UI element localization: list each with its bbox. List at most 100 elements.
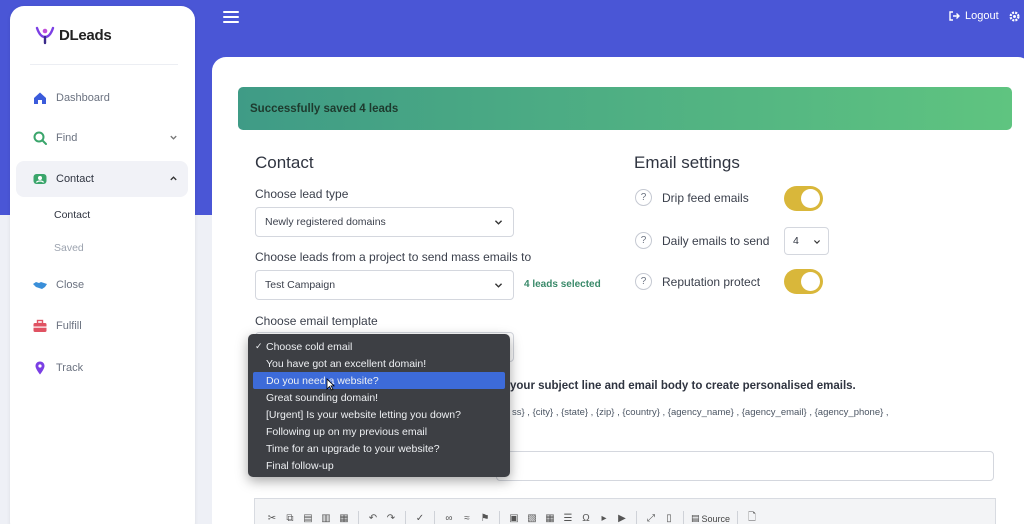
- sidebar-item-close[interactable]: Close: [16, 267, 188, 303]
- help-icon[interactable]: ?: [635, 273, 652, 290]
- link-icon[interactable]: ∞: [442, 512, 456, 524]
- horizontal-line-icon[interactable]: ☰: [561, 512, 575, 524]
- image-icon[interactable]: ▣: [507, 512, 521, 524]
- email-template-dropdown[interactable]: Choose cold email You have got an excell…: [248, 334, 510, 477]
- lead-type-value: Newly registered domains: [265, 216, 386, 228]
- dropdown-option[interactable]: Following up on my previous email: [248, 423, 510, 440]
- dropdown-option[interactable]: Great sounding domain!: [248, 389, 510, 406]
- leads-selected-count: 4 leads selected: [524, 279, 601, 290]
- sidebar-subitem-contact[interactable]: Contact: [54, 209, 90, 221]
- drip-feed-label: Drip feed emails: [662, 191, 749, 205]
- toolbar-divider: [405, 510, 406, 524]
- chevron-up-icon: [170, 176, 177, 181]
- mouse-cursor-icon: [326, 378, 335, 391]
- paste-word-icon[interactable]: ▦: [337, 512, 351, 524]
- sidebar-item-label: Dashboard: [56, 92, 110, 104]
- dropdown-option[interactable]: Choose cold email: [248, 338, 510, 355]
- email-settings-heading: Email settings: [634, 153, 740, 172]
- help-icon[interactable]: ?: [635, 232, 652, 249]
- location-pin-icon: [35, 361, 45, 375]
- toolbar-divider: [636, 510, 637, 524]
- copy-icon[interactable]: ⧉: [283, 512, 297, 524]
- chevron-down-icon: [494, 220, 503, 225]
- brand-name: DLeads: [59, 26, 112, 44]
- handshake-icon: [33, 282, 47, 289]
- menu-icon[interactable]: [223, 11, 239, 23]
- daily-emails-select[interactable]: 4: [784, 227, 829, 255]
- lead-type-label: Choose lead type: [255, 187, 349, 201]
- contact-heading: Contact: [255, 153, 314, 172]
- search-icon: [33, 131, 47, 145]
- reputation-protect-label: Reputation protect: [662, 275, 761, 289]
- video-icon[interactable]: ▶: [615, 512, 629, 524]
- cut-icon[interactable]: ✂: [265, 512, 279, 524]
- logout-button[interactable]: Logout: [948, 10, 999, 22]
- unlink-icon[interactable]: ≈: [460, 512, 474, 524]
- reputation-protect-toggle[interactable]: [784, 269, 823, 294]
- template-variables: ss} , {city} , {state} , {zip} , {countr…: [512, 407, 889, 418]
- sidebar-item-label: Close: [56, 279, 85, 291]
- daily-emails-label: Daily emails to send: [662, 234, 770, 248]
- sidebar-item-label: Fulfill: [56, 320, 82, 332]
- preview-icon[interactable]: 🗋: [745, 512, 759, 524]
- maximize-icon[interactable]: ⤢: [644, 512, 658, 524]
- lead-type-select[interactable]: Newly registered domains: [255, 207, 514, 237]
- toolbar-divider: [358, 510, 359, 524]
- project-label: Choose leads from a project to send mass…: [255, 250, 532, 264]
- subject-input[interactable]: [496, 451, 994, 481]
- contact-icon: [33, 174, 47, 184]
- source-icon: ▤: [691, 513, 700, 523]
- project-select[interactable]: Test Campaign: [255, 270, 514, 300]
- pagebreak-icon[interactable]: ▸: [597, 512, 611, 524]
- divider: [30, 64, 178, 65]
- toolbar-divider: [499, 510, 500, 524]
- source-label: Source: [701, 513, 731, 524]
- toolbar-divider: [737, 510, 739, 524]
- sidebar-subitem-saved[interactable]: Saved: [54, 242, 84, 254]
- toolbar-divider: [683, 510, 684, 524]
- help-icon[interactable]: ?: [635, 189, 652, 206]
- sidebar-item-label: Find: [56, 132, 78, 144]
- logo[interactable]: DLeads: [34, 24, 112, 46]
- home-icon: [34, 92, 46, 104]
- briefcase-icon: [33, 319, 47, 332]
- special-char-icon[interactable]: Ω: [579, 512, 593, 524]
- dropdown-option[interactable]: Time for an upgrade to your website?: [248, 440, 510, 457]
- dropdown-option[interactable]: You have got an excellent domain!: [248, 355, 510, 372]
- sidebar-item-label: Track: [56, 362, 84, 374]
- show-blocks-icon[interactable]: ▯: [662, 512, 676, 524]
- sidebar-item-label: Contact: [56, 173, 94, 185]
- redo-icon[interactable]: ↷: [384, 512, 398, 524]
- gear-icon[interactable]: [1008, 10, 1021, 23]
- anchor-flag-icon[interactable]: ⚑: [478, 512, 492, 524]
- paste-icon[interactable]: ▤: [301, 512, 315, 524]
- chevron-down-icon: [813, 240, 821, 244]
- logout-icon: [949, 11, 960, 21]
- logout-label: Logout: [965, 10, 999, 22]
- toolbar-divider: [434, 510, 435, 524]
- table-icon[interactable]: ▦: [543, 512, 557, 524]
- editor-toolbar: ✂ ⧉ ▤ ▥ ▦ ↶ ↷ ✓ ∞ ≈ ⚑ ▣ ▧ ▦ ☰ Ω ▸ ▶ ⤢ ▯ …: [254, 498, 996, 524]
- spellcheck-icon[interactable]: ✓: [413, 512, 427, 524]
- source-button[interactable]: ▤ Source: [691, 513, 730, 524]
- template-label: Choose email template: [255, 314, 378, 328]
- sidebar-item-track[interactable]: Track: [16, 350, 188, 386]
- success-alert: Successfully saved 4 leads: [238, 87, 1012, 130]
- drip-feed-toggle[interactable]: [784, 186, 823, 211]
- dleads-logo-icon: [35, 26, 55, 45]
- dropdown-option-highlighted[interactable]: Do you need a website?: [253, 372, 505, 389]
- undo-icon[interactable]: ↶: [366, 512, 380, 524]
- sidebar: DLeads Dashboard Find Contact Contact Sa…: [10, 6, 195, 524]
- paste-text-icon[interactable]: ▥: [319, 512, 333, 524]
- chevron-down-icon: [170, 135, 177, 140]
- dropdown-option[interactable]: Final follow-up: [248, 457, 510, 474]
- sidebar-item-find[interactable]: Find: [16, 120, 188, 156]
- personalisation-hint: your subject line and email body to crea…: [510, 380, 856, 392]
- project-value: Test Campaign: [265, 279, 336, 291]
- flash-icon[interactable]: ▧: [525, 512, 539, 524]
- sidebar-item-fulfill[interactable]: Fulfill: [16, 308, 188, 344]
- dropdown-option[interactable]: [Urgent] Is your website letting you dow…: [248, 406, 510, 423]
- sidebar-item-contact[interactable]: Contact: [16, 161, 188, 197]
- sidebar-item-dashboard[interactable]: Dashboard: [16, 80, 188, 116]
- daily-emails-value: 4: [793, 235, 799, 247]
